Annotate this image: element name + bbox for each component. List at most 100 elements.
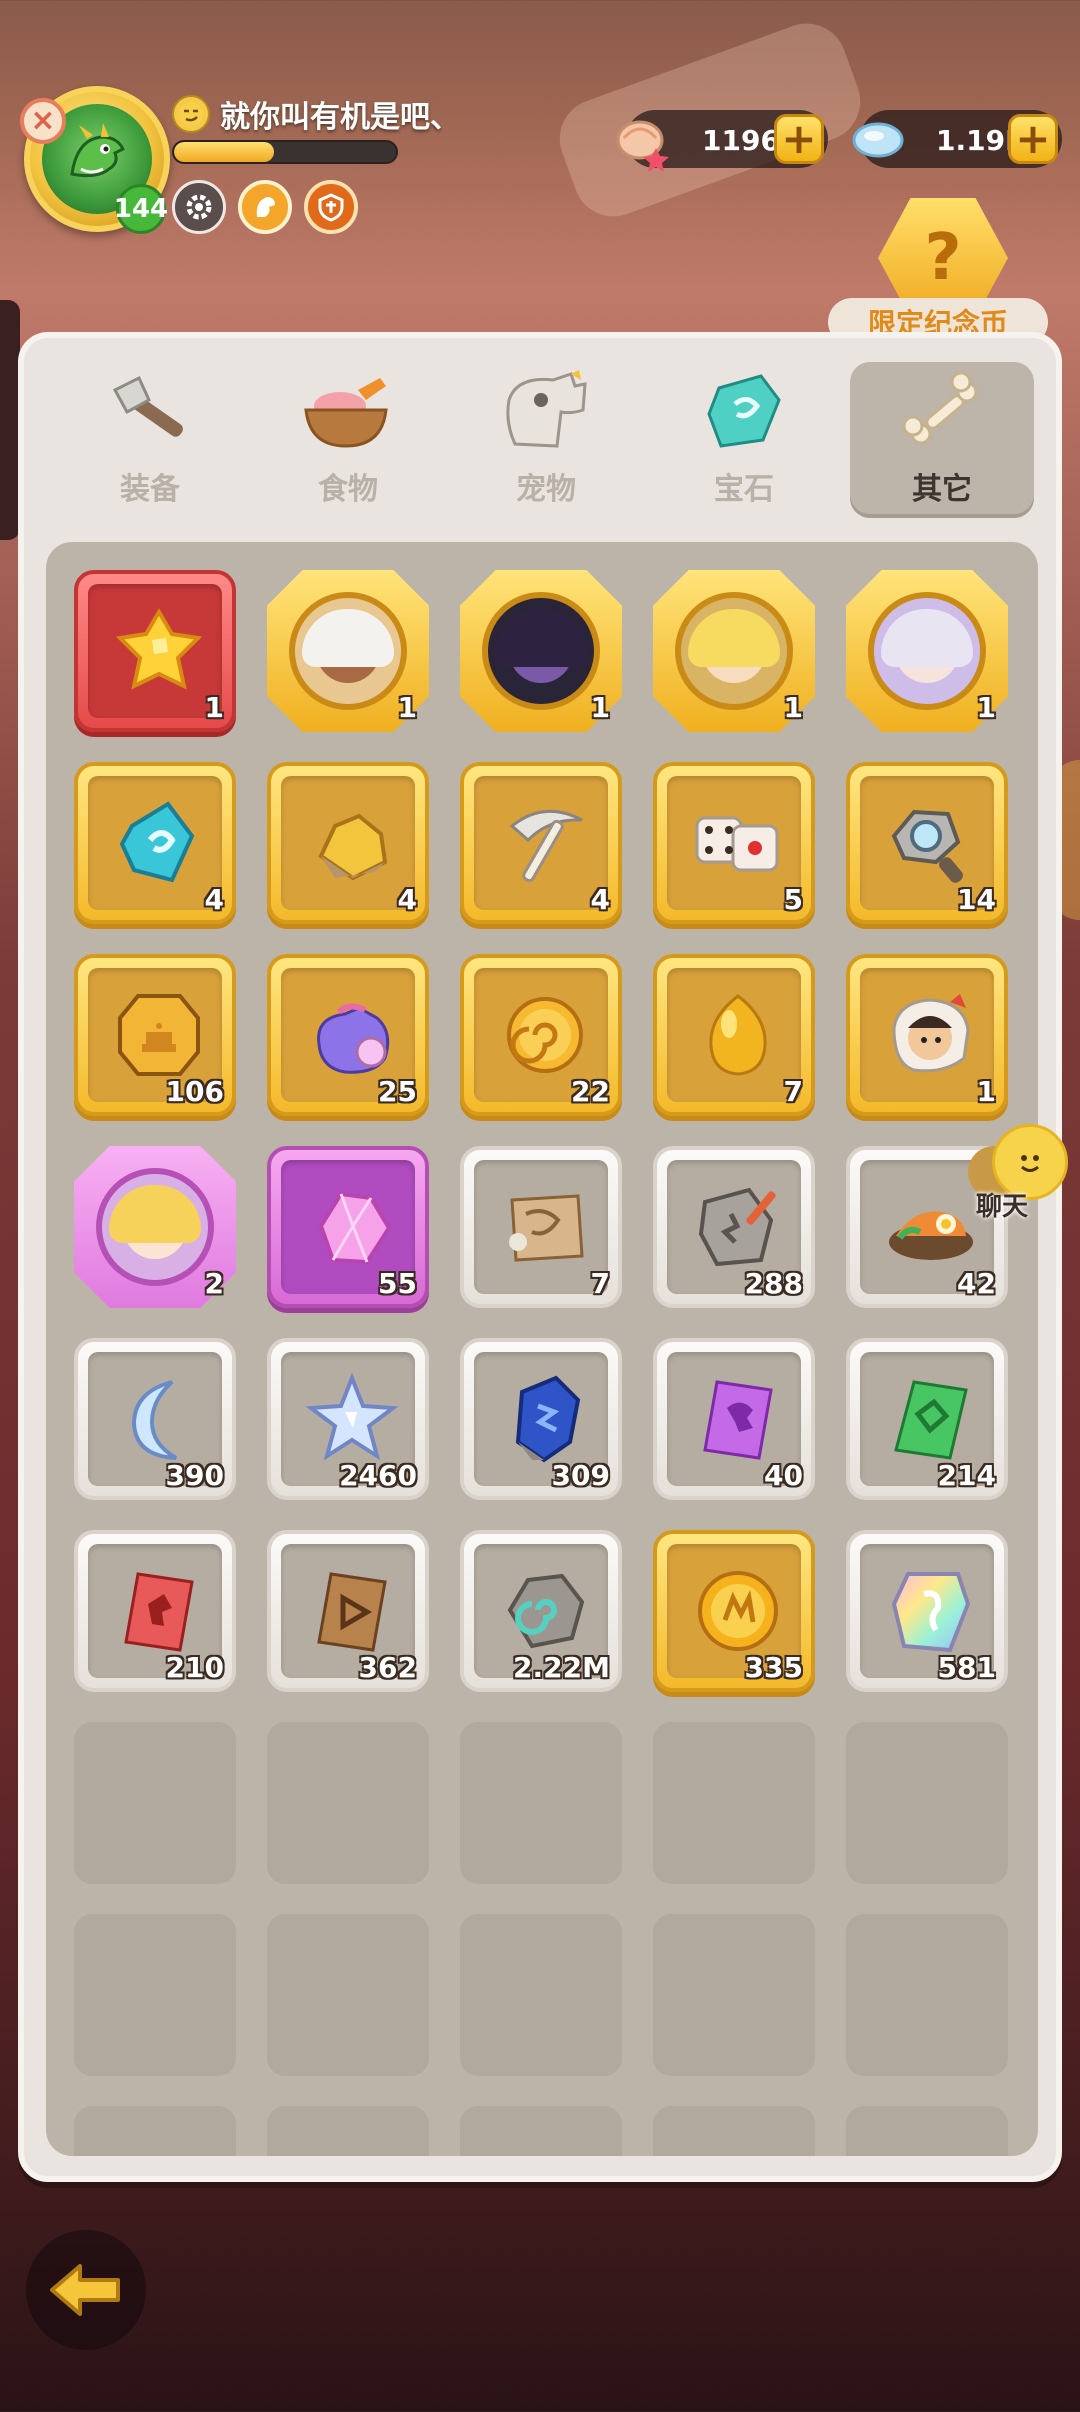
item-count: 1 (590, 691, 610, 724)
close-button[interactable]: × (20, 98, 66, 144)
empty-slot-frame (267, 1722, 429, 1884)
tab-food[interactable]: 食物 (256, 362, 440, 518)
tab-gem[interactable]: 宝石 (652, 362, 836, 518)
chat-label: 聊天 (976, 1192, 1029, 1222)
inventory-slot-gold-ore[interactable]: 4 (267, 762, 429, 924)
empty-slot[interactable] (653, 2106, 815, 2156)
inventory-slot-spiral-rock[interactable]: 2.22M (460, 1530, 622, 1692)
empty-slot[interactable] (846, 1914, 1008, 2076)
item-count: 362 (358, 1651, 417, 1684)
inventory-slot-star-shard[interactable]: 2460 (267, 1338, 429, 1500)
item-count: 390 (165, 1459, 224, 1492)
item-count: 4 (204, 883, 224, 916)
inventory-slot-cake-coin[interactable]: 106 (74, 954, 236, 1116)
inventory-grid-area[interactable]: 1 1 1 1 1 4 4 4 5 14 106 25 22 7 1 2 55 7 288 42 390 2460 309 4… (46, 542, 1038, 2156)
inventory-slot-gold-spiral-coin[interactable]: 22 (460, 954, 622, 1116)
tab-pet-label: 宠物 (516, 472, 576, 507)
empty-slot[interactable] (653, 1722, 815, 1884)
inventory-slot-magnifier-stone[interactable]: 14 (846, 762, 1008, 924)
gear-badge-icon[interactable] (172, 180, 226, 234)
empty-slot[interactable] (460, 1722, 622, 1884)
item-count: 335 (744, 1651, 803, 1684)
inventory-slot-dice[interactable]: 5 (653, 762, 815, 924)
inventory-slot-purple-dino-ticket[interactable]: 40 (653, 1338, 815, 1500)
item-count: 2460 (339, 1459, 417, 1492)
empty-slot[interactable] (846, 2106, 1008, 2156)
inventory-slot-purple-lucky-bag[interactable]: 25 (267, 954, 429, 1116)
inventory-slot-pickaxe[interactable]: 4 (460, 762, 622, 924)
item-count: 214 (937, 1459, 996, 1492)
inventory-slot-treasure-map[interactable]: 7 (460, 1146, 622, 1308)
inventory-slot-gold-star-chunk[interactable]: 1 (74, 570, 236, 732)
smirk-emoji-icon (172, 95, 210, 133)
tab-pet[interactable]: 宠物 (454, 362, 638, 518)
inventory-slot-gold-egg[interactable]: 7 (653, 954, 815, 1116)
inventory-slot-hero-portrait-white-hair[interactable]: 1 (267, 570, 429, 732)
inventory-slot-stone-tablet[interactable]: 288 (653, 1146, 815, 1308)
red-ticket-icon (112, 1564, 206, 1658)
empty-slot-frame (653, 2106, 815, 2156)
item-count: 2 (204, 1267, 224, 1300)
add-shell-button[interactable]: + (774, 114, 824, 164)
tab-other[interactable]: 其它 (850, 362, 1034, 518)
inventory-slot-gold-rune-coin[interactable]: 335 (653, 1530, 815, 1692)
hero-portrait-blonde-icon (675, 592, 793, 710)
inventory-slot-moon-shard[interactable]: 390 (74, 1338, 236, 1500)
item-count: 288 (744, 1267, 803, 1300)
tab-equipment[interactable]: 装备 (58, 362, 242, 518)
empty-slot[interactable] (267, 2106, 429, 2156)
gold-spiral-coin-icon (498, 988, 592, 1082)
item-count: 40 (764, 1459, 803, 1492)
inventory-slot-pink-crystal[interactable]: 55 (267, 1146, 429, 1308)
back-button[interactable] (26, 2230, 146, 2350)
inventory-slot-caveman-skin[interactable]: 1 (846, 954, 1008, 1116)
shield-badge-icon[interactable] (304, 180, 358, 234)
item-count: 106 (165, 1075, 224, 1108)
star-shard-icon (305, 1372, 399, 1466)
moon-shard-icon (112, 1372, 206, 1466)
empty-slot-frame (74, 1914, 236, 2076)
empty-slot-frame (74, 1722, 236, 1884)
inventory-slot-red-ticket[interactable]: 210 (74, 1530, 236, 1692)
limited-coin-button[interactable]: ? 限定纪念币 (828, 198, 1048, 348)
player-name-row: 就你叫有机是吧、 (172, 92, 460, 136)
inventory-slot-green-ticket[interactable]: 214 (846, 1338, 1008, 1500)
item-count: 581 (937, 1651, 996, 1684)
item-count: 7 (783, 1075, 803, 1108)
inventory-slot-brown-ticket[interactable]: 362 (267, 1530, 429, 1692)
inventory-slot-hero-portrait-blonde[interactable]: 1 (653, 570, 815, 732)
item-count: 14 (957, 883, 996, 916)
gold-egg-icon (691, 988, 785, 1082)
add-crystal-button[interactable]: + (1008, 114, 1058, 164)
inventory-slot-hero-portrait-silver-hair[interactable]: 1 (846, 570, 1008, 732)
empty-slot[interactable] (267, 1722, 429, 1884)
dice-icon (691, 796, 785, 890)
equipment-axe-icon (102, 368, 198, 456)
empty-slot[interactable] (74, 1914, 236, 2076)
inventory-slot-rainbow-crystal[interactable]: 581 (846, 1530, 1008, 1692)
inventory-slot-blue-rune-stone[interactable]: 4 (74, 762, 236, 924)
dino-badge-icon[interactable] (238, 180, 292, 234)
item-count: 42 (957, 1267, 996, 1300)
tab-equipment-label: 装备 (120, 472, 180, 507)
inventory-slot-hero-portrait-dark-masked[interactable]: 1 (460, 570, 622, 732)
player-name: 就你叫有机是吧、 (220, 100, 460, 135)
empty-slot[interactable] (653, 1914, 815, 2076)
empty-slot[interactable] (846, 1722, 1008, 1884)
category-tabs: 装备 食物 宠物 宝石 其它 (58, 362, 1034, 522)
empty-slot[interactable] (460, 2106, 622, 2156)
item-count: 5 (783, 883, 803, 916)
magnifier-stone-icon (884, 796, 978, 890)
hero-portrait-dark-masked-icon (482, 592, 600, 710)
empty-slot-frame (653, 1914, 815, 2076)
pet-dino-skull-icon (498, 368, 594, 456)
empty-slot[interactable] (460, 1914, 622, 2076)
item-count: 4 (397, 883, 417, 916)
empty-slot[interactable] (267, 1914, 429, 2076)
empty-slot[interactable] (74, 1722, 236, 1884)
purple-lucky-bag-icon (305, 988, 399, 1082)
empty-slot[interactable] (74, 2106, 236, 2156)
inventory-slot-hero-portrait-pink[interactable]: 2 (74, 1146, 236, 1308)
chat-button[interactable]: 聊天 (968, 1124, 1080, 1224)
inventory-slot-blue-rune-crystal[interactable]: 309 (460, 1338, 622, 1500)
